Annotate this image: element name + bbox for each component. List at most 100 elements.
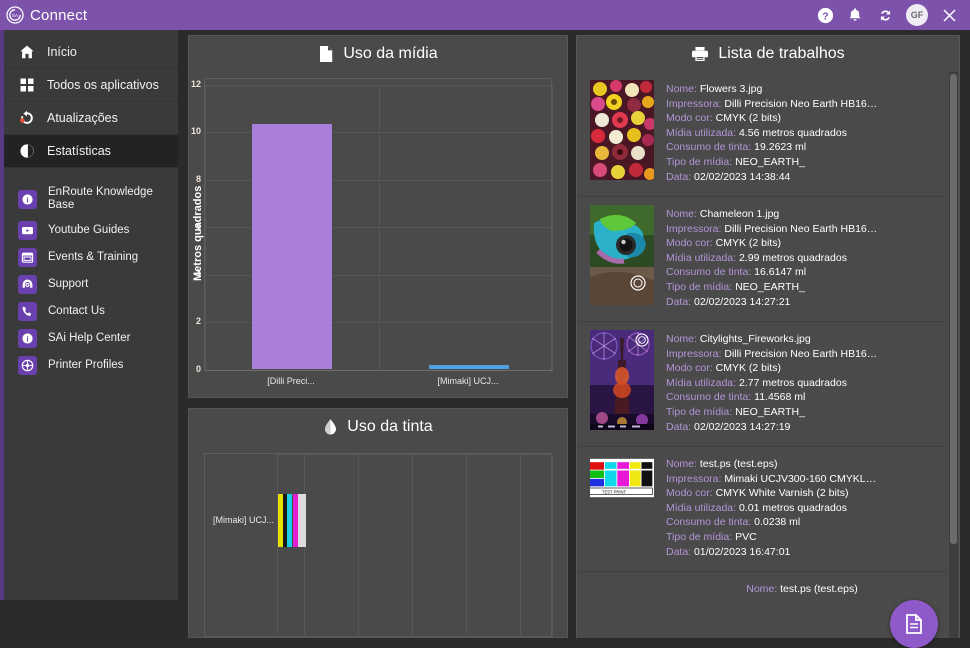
sidebar-item-label: Estatísticas bbox=[47, 144, 111, 158]
citylights-thumbnail bbox=[590, 330, 654, 430]
chameleon-thumbnail bbox=[590, 205, 654, 305]
help-circle-icon[interactable]: ? bbox=[810, 0, 840, 30]
job-field-color-mode: Modo cor: CMYK (2 bits) bbox=[666, 236, 938, 251]
field-label: Modo cor: bbox=[666, 112, 713, 125]
phone-icon bbox=[18, 302, 37, 321]
sidebar-link-enroute-knowledge-base[interactable]: i EnRoute Knowledge Base bbox=[4, 181, 178, 217]
pie-chart-icon bbox=[18, 143, 35, 160]
titlebar-actions: ? GF bbox=[810, 0, 970, 30]
sidebar-link-label: EnRoute Knowledge Base bbox=[48, 186, 153, 211]
sidebar-link-contact-us[interactable]: Contact Us bbox=[4, 298, 178, 325]
document-page-icon bbox=[318, 45, 334, 63]
sidebar-link-events-training[interactable]: Events & Training bbox=[4, 244, 178, 271]
ink-bar-cyan[interactable] bbox=[287, 494, 292, 547]
sidebar-item-todos-os-aplicativos[interactable]: Todos os aplicativos bbox=[4, 69, 178, 102]
sidebar-item-label: Início bbox=[47, 45, 77, 59]
sidebar-link-support[interactable]: Support bbox=[4, 271, 178, 298]
job-list-item[interactable]: Nome: Flowers 3.jpg Impressora: Dilli Pr… bbox=[578, 72, 948, 197]
export-document-button[interactable] bbox=[890, 600, 938, 648]
field-value: 11.4568 ml bbox=[754, 391, 806, 404]
sidebar-link-youtube-guides[interactable]: Youtube Guides bbox=[4, 217, 178, 244]
sidebar-link-sai-help-center[interactable]: i SAi Help Center bbox=[4, 325, 178, 352]
update-refresh-icon bbox=[18, 110, 35, 127]
jobs-scrollbar-thumb[interactable] bbox=[950, 74, 957, 544]
ink-category-label: [Mimaki] UCJ... bbox=[212, 515, 274, 525]
job-field-name: Nome: Citylights_Fireworks.jpg bbox=[666, 332, 938, 347]
field-label: Impressora: bbox=[666, 472, 722, 485]
x-category-label: [Dilli Preci... bbox=[267, 376, 315, 386]
job-field-printer: Impressora: Dilli Precision Neo Earth HB… bbox=[666, 97, 938, 112]
sidebar-item-label: Atualizações bbox=[47, 111, 118, 125]
field-value: 16.6147 ml bbox=[754, 266, 807, 279]
job-field-media-type: Tipo de mídia: NEO_EARTH_ bbox=[666, 155, 938, 170]
jobs-list-card: Lista de trabalhos Nome: Flowers 3.jpg I… bbox=[576, 35, 960, 638]
field-value: Chameleon 1.jpg bbox=[699, 208, 780, 220]
avatar[interactable]: GF bbox=[906, 4, 928, 26]
field-label: Consumo de tinta: bbox=[666, 266, 752, 279]
field-label: Nome: bbox=[746, 583, 778, 595]
field-value: 4.56 metros quadrados bbox=[738, 126, 847, 139]
field-value: 01/02/2023 16:47:01 bbox=[694, 545, 791, 558]
ink-usage-card: Uso da tinta [Mimaki] UCJ... bbox=[188, 408, 568, 638]
field-value: Citylights_Fireworks.jpg bbox=[699, 333, 811, 345]
svg-text:i: i bbox=[26, 335, 28, 344]
gridline bbox=[520, 454, 521, 638]
jobs-list-title: Lista de trabalhos bbox=[577, 36, 959, 71]
gridline bbox=[358, 454, 359, 638]
field-label: Mídia utilizada: bbox=[666, 376, 737, 389]
job-field-media-type: Tipo de mídia: NEO_EARTH_ bbox=[666, 405, 938, 420]
gridline bbox=[277, 637, 553, 638]
bar-mimaki-ucjv[interactable] bbox=[429, 365, 509, 369]
sidebar-link-label: Events & Training bbox=[48, 251, 139, 263]
bell-icon[interactable] bbox=[840, 0, 870, 30]
sidebar-item-inicio[interactable]: Início bbox=[4, 36, 178, 69]
field-value: 0.01 metros quadrados bbox=[738, 501, 847, 514]
ink-usage-plot bbox=[204, 453, 553, 638]
jobs-list[interactable]: Nome: Flowers 3.jpg Impressora: Dilli Pr… bbox=[578, 72, 948, 638]
field-value: NEO_EARTH_ bbox=[735, 405, 805, 418]
field-value: CMYK (2 bits) bbox=[715, 112, 781, 125]
field-label: Modo cor: bbox=[666, 487, 713, 500]
job-fields: Nome: test.ps (test.eps) Impressora: Mim… bbox=[666, 455, 938, 563]
field-value: PVC bbox=[735, 530, 757, 543]
sidebar-link-printer-profiles[interactable]: Printer Profiles bbox=[4, 352, 178, 379]
field-value: test.ps (test.eps) bbox=[780, 583, 858, 595]
info-badge-icon: i bbox=[18, 189, 37, 209]
job-field-date: Data: 02/02/2023 14:38:44 bbox=[666, 170, 938, 185]
field-label: Tipo de mídia: bbox=[666, 405, 733, 418]
close-x-icon[interactable] bbox=[934, 0, 964, 30]
jobs-scrollbar[interactable] bbox=[949, 72, 958, 638]
sidebar-item-atualizacoes[interactable]: Atualizações bbox=[4, 102, 178, 135]
field-value: Mimaki UCJV300-160 CMYKL… bbox=[724, 472, 877, 485]
field-label: Consumo de tinta: bbox=[666, 516, 752, 529]
job-fields: Nome: Chameleon 1.jpg Impressora: Dilli … bbox=[666, 205, 938, 313]
job-list-item[interactable]: Nome: Chameleon 1.jpg Impressora: Dilli … bbox=[578, 197, 948, 322]
ink-bar-white[interactable] bbox=[298, 494, 306, 547]
field-value: 0.0238 ml bbox=[754, 516, 801, 529]
sidebar-item-estatisticas[interactable]: Estatísticas bbox=[4, 135, 178, 168]
job-list-item[interactable]: Nome: Citylights_Fireworks.jpg Impressor… bbox=[578, 322, 948, 447]
testprint-thumbnail bbox=[590, 580, 654, 638]
job-field-ink-used: Consumo de tinta: 19.2623 ml bbox=[666, 140, 938, 155]
gridline bbox=[379, 85, 380, 370]
job-field-name: Nome: test.ps (test.eps) bbox=[666, 457, 938, 472]
job-field-date: Data: 01/02/2023 16:47:01 bbox=[666, 545, 938, 560]
job-list-item[interactable]: TEST PRINT Nome: test.ps (test.eps) Impr… bbox=[578, 447, 948, 572]
job-field-name: Nome: Chameleon 1.jpg bbox=[666, 207, 938, 222]
bar-dilli-precision[interactable] bbox=[252, 124, 332, 369]
media-usage-plot bbox=[204, 78, 553, 371]
job-field-media-type: Tipo de mídia: PVC bbox=[666, 530, 938, 545]
media-usage-title: Uso da mídia bbox=[189, 36, 567, 71]
field-label: Modo cor: bbox=[666, 237, 713, 250]
card-title-text: Uso da tinta bbox=[347, 417, 433, 435]
sidebar-divider bbox=[4, 168, 178, 181]
field-value: Dilli Precision Neo Earth HB16… bbox=[724, 97, 878, 110]
youtube-play-icon bbox=[18, 221, 37, 240]
field-value: 02/02/2023 14:27:21 bbox=[694, 295, 791, 308]
ink-usage-title: Uso da tinta bbox=[189, 409, 567, 444]
field-label: Impressora: bbox=[666, 97, 722, 110]
svg-text:TEST PRINT: TEST PRINT bbox=[602, 489, 627, 494]
job-field-ink-used: Consumo de tinta: 0.0238 ml bbox=[666, 515, 938, 530]
job-field-media-used: Mídia utilizada: 2.77 metros quadrados bbox=[666, 376, 938, 391]
sync-refresh-icon[interactable] bbox=[870, 0, 900, 30]
